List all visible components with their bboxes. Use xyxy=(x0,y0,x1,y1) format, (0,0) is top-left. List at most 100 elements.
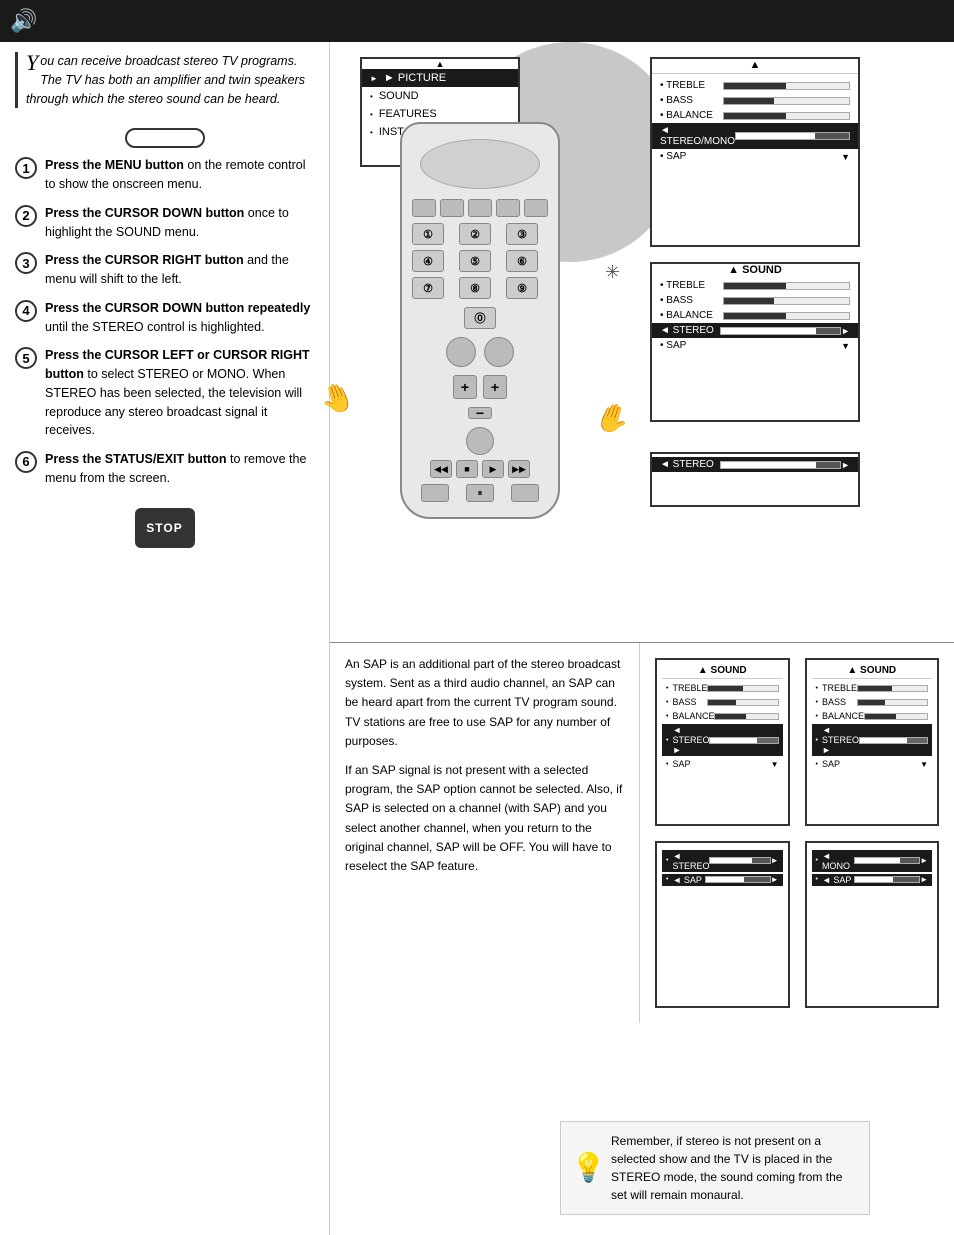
num-1-btn[interactable]: ① xyxy=(412,223,444,245)
volume-cluster: + + xyxy=(412,375,548,399)
remote-body: ① ② ③ ④ ⑤ ⑥ ⑦ ⑧ ⑨ ⓪ + xyxy=(400,122,560,519)
bottom-right-btn[interactable] xyxy=(511,484,539,502)
mini-sap-2: SAP ▼ xyxy=(812,758,933,770)
num-7-btn[interactable]: ⑦ xyxy=(412,277,444,299)
num-4-btn[interactable]: ④ xyxy=(412,250,444,272)
stop-badge: STOP xyxy=(135,508,195,548)
header-bar: 🔊 xyxy=(0,0,954,42)
step-4: 4 Press the CURSOR DOWN button repeatedl… xyxy=(15,299,314,337)
mini-mono-row-4: ◄ MONO ► xyxy=(812,850,933,872)
mini-balance: BALANCE xyxy=(662,710,783,722)
num-3-btn[interactable]: ③ xyxy=(506,223,538,245)
minus-cluster: − xyxy=(412,407,548,419)
balance-row-2: • BALANCE xyxy=(652,308,858,323)
mini-stereo-row-3: ◄ STEREO ► xyxy=(662,850,783,872)
transport-row: ◀◀ ■ ▶ ▶▶ xyxy=(412,460,548,478)
cursor-extra-btn3[interactable] xyxy=(524,199,548,217)
num-2-btn[interactable]: ② xyxy=(459,223,491,245)
sound-menu-title: ▲ xyxy=(652,59,858,74)
step-num-1: 1 xyxy=(15,157,37,179)
cursor-right-btn[interactable] xyxy=(440,199,464,217)
step-num-5: 5 xyxy=(15,347,37,369)
step-num-3: 3 xyxy=(15,252,37,274)
bottom-left-text: An SAP is an additional part of the ster… xyxy=(330,643,640,1023)
sap-row: • SAP ▼ xyxy=(652,149,858,164)
vol-plus-btn[interactable]: + xyxy=(453,375,477,399)
center-nav-group xyxy=(412,427,548,455)
bottom-screen-1: ▲ SOUND TREBLE BASS BALANCE ◄ STEREO xyxy=(655,658,790,826)
intro-text: Y ou can receive broadcast stereo TV pro… xyxy=(15,52,314,108)
mini-treble: TREBLE xyxy=(662,682,783,694)
rewind-btn[interactable]: ◀◀ xyxy=(430,460,452,478)
mini-treble-2: TREBLE xyxy=(812,682,933,694)
play-btn[interactable]: ▶ xyxy=(482,460,504,478)
treble-row-2: • TREBLE xyxy=(652,278,858,293)
ffwd-btn[interactable]: ▶▶ xyxy=(508,460,530,478)
bass-row: • BASS xyxy=(652,93,858,108)
tip-box: 💡 Remember, if stereo is not present on … xyxy=(560,1121,870,1215)
mini-sap: SAP ▼ xyxy=(662,758,783,770)
remote-shape-pill xyxy=(125,128,205,148)
step-num-2: 2 xyxy=(15,205,37,227)
large-letter: Y xyxy=(26,52,38,74)
num-5-btn[interactable]: ⑤ xyxy=(459,250,491,272)
step-2: 2 Press the CURSOR DOWN button once to h… xyxy=(15,204,314,242)
stereo-mono-row-2: ◄ STEREO ► xyxy=(652,323,858,338)
round-btn-left[interactable] xyxy=(446,337,476,367)
vol-minus-btn[interactable]: − xyxy=(468,407,492,419)
cursor-extra-btn2[interactable] xyxy=(496,199,520,217)
bottom-section: An SAP is an additional part of the ster… xyxy=(330,643,954,1023)
step-text-2: Press the CURSOR DOWN button once to hig… xyxy=(45,204,314,242)
small-row-selected: ◄ STEREO ► xyxy=(652,457,858,472)
sound-menu-screen-2: ▲ SOUND • TREBLE • BASS • BALANCE ◄ STER… xyxy=(650,262,860,422)
bottom-left-btn[interactable] xyxy=(421,484,449,502)
menu-item-features: FEATURES xyxy=(362,105,518,123)
sap-description: An SAP is an additional part of the ster… xyxy=(345,655,624,751)
number-grid: ① ② ③ ④ ⑤ ⑥ ⑦ ⑧ ⑨ xyxy=(412,223,548,299)
round-button-cluster xyxy=(412,337,548,367)
remote-control: ① ② ③ ④ ⑤ ⑥ ⑦ ⑧ ⑨ ⓪ + xyxy=(350,122,610,602)
left-panel: Y ou can receive broadcast stereo TV pro… xyxy=(0,42,330,1235)
step-5: 5 Press the CURSOR LEFT or CURSOR RIGHT … xyxy=(15,346,314,440)
main-content: Y ou can receive broadcast stereo TV pro… xyxy=(0,42,954,1235)
nav-center-btn[interactable] xyxy=(466,427,494,455)
cursor-button-group xyxy=(412,199,548,217)
step-text-5: Press the CURSOR LEFT or CURSOR RIGHT bu… xyxy=(45,346,314,440)
num-8-btn[interactable]: ⑧ xyxy=(459,277,491,299)
bottom-screen-2: ▲ SOUND TREBLE BASS BALANCE ◄ STEREO xyxy=(805,658,940,826)
bass-row-2: • BASS xyxy=(652,293,858,308)
menu-item-picture: ► PICTURE xyxy=(362,69,518,87)
step-text-4: Press the CURSOR DOWN button repeatedly … xyxy=(45,299,314,337)
bottom-btn-row: ⏸ xyxy=(412,484,548,502)
bottom-pause-btn[interactable]: ⏸ xyxy=(466,484,494,502)
mini-stereo-highlighted: ◄ STEREO ► xyxy=(662,724,783,756)
mini-balance-2: BALANCE xyxy=(812,710,933,722)
stereo-mono-row-selected: ◄ STEREO/MONO xyxy=(652,123,858,149)
small-screen: ◄ STEREO ► xyxy=(650,452,860,507)
bottom-screen-1-title: ▲ SOUND xyxy=(662,665,783,679)
step-6: 6 Press the STATUS/EXIT button to remove… xyxy=(15,450,314,488)
balance-row: • BALANCE xyxy=(652,108,858,123)
step-num-6: 6 xyxy=(15,451,37,473)
treble-row: • TREBLE xyxy=(652,78,858,93)
sound-menu-title-2: ▲ SOUND xyxy=(652,264,858,276)
step-text-6: Press the STATUS/EXIT button to remove t… xyxy=(45,450,314,488)
num-6-btn[interactable]: ⑥ xyxy=(506,250,538,272)
step-1: 1 Press the MENU button on the remote co… xyxy=(15,156,314,194)
mini-sap-row-4: ◄ SAP ► xyxy=(812,874,933,886)
stop-btn[interactable]: ■ xyxy=(456,460,478,478)
step-3: 3 Press the CURSOR RIGHT button and the … xyxy=(15,251,314,289)
round-btn-right[interactable] xyxy=(484,337,514,367)
step-text-3: Press the CURSOR RIGHT button and the me… xyxy=(45,251,314,289)
bottom-screen-4: ◄ MONO ► ◄ SAP ► xyxy=(805,841,940,1009)
bottom-screen-3: ◄ STEREO ► ◄ SAP ► xyxy=(655,841,790,1009)
num-9-btn[interactable]: ⑨ xyxy=(506,277,538,299)
cursor-left-btn[interactable] xyxy=(412,199,436,217)
ch-plus-btn[interactable]: + xyxy=(483,375,507,399)
num-0-btn[interactable]: ⓪ xyxy=(464,307,496,329)
mini-sap-highlighted: ◄ STEREO ► xyxy=(812,724,933,756)
right-panel: ▲ ► PICTURE SOUND FEATURES INSTALL ▼ ▲ •… xyxy=(330,42,954,1235)
hand-right-icon: 🤚 xyxy=(591,397,635,440)
sap-note: If an SAP signal is not present with a s… xyxy=(345,761,624,876)
cursor-extra-btn[interactable] xyxy=(468,199,492,217)
